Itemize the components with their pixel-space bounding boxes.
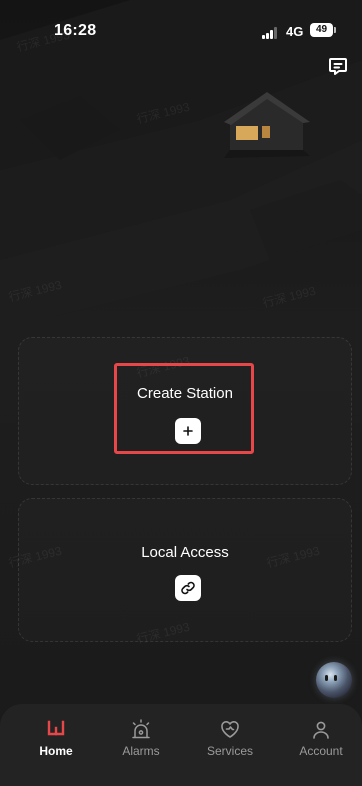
home-screen: 行深 1993 行深 1993 行深 1993 行深 1993 行深 1993 …	[0, 0, 362, 786]
home-logo-icon	[47, 720, 65, 736]
tab-home[interactable]: Home	[21, 718, 91, 758]
battery-icon: 49	[310, 23, 336, 37]
local-access-card[interactable]: Local Access	[18, 498, 352, 642]
highlight-box	[114, 363, 254, 454]
user-icon	[313, 721, 329, 739]
watermark: 行深 1993	[261, 283, 318, 311]
watermark: 行深 1993	[7, 277, 64, 305]
heart-services-icon	[221, 721, 239, 738]
tab-account-label: Account	[299, 744, 343, 758]
signal-strength-icon	[262, 27, 282, 39]
tab-alarms-label: Alarms	[122, 744, 160, 758]
status-bar: 16:28 4G 49	[0, 0, 362, 62]
tab-services-label: Services	[206, 744, 253, 758]
alarm-siren-icon	[132, 719, 150, 739]
status-time: 16:28	[54, 22, 97, 39]
message-button[interactable]	[326, 55, 350, 79]
message-square-icon	[329, 58, 347, 75]
link-icon	[181, 581, 195, 595]
local-access-title: Local Access	[141, 544, 229, 561]
local-access-button[interactable]	[175, 575, 201, 601]
tab-home-label: Home	[39, 744, 73, 758]
network-type: 4G	[286, 24, 304, 39]
tab-services[interactable]: Services	[195, 718, 265, 758]
bottom-tab-bar: Home Alarms Services Account	[0, 704, 362, 786]
tab-alarms[interactable]: Alarms	[106, 718, 176, 758]
tab-account[interactable]: Account	[286, 718, 356, 758]
watermark: 行深 1993	[135, 99, 192, 127]
assistant-orb-icon[interactable]	[316, 662, 352, 698]
